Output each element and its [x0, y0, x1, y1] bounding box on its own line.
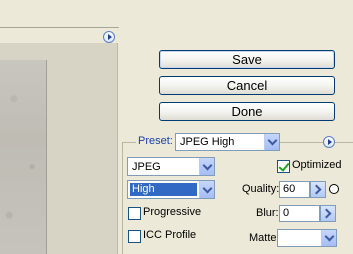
chevron-down-icon[interactable] [199, 181, 214, 198]
quality-level-value: High [130, 183, 197, 196]
blur-input[interactable]: 0 [279, 205, 320, 222]
icc-profile-label: ICC Profile [143, 229, 197, 241]
chevron-down-icon[interactable] [321, 230, 336, 246]
blur-slider-button[interactable] [320, 205, 336, 222]
matte-dropdown[interactable] [277, 229, 337, 247]
blur-label: Blur: [256, 207, 279, 219]
preview-menu-icon[interactable] [103, 31, 115, 43]
matte-label: Matte: [249, 232, 280, 244]
format-dropdown[interactable]: JPEG [127, 157, 215, 176]
preset-value: JPEG High [180, 136, 235, 148]
preset-label: Preset: [136, 135, 175, 147]
format-value: JPEG [132, 160, 161, 173]
cancel-button[interactable]: Cancel [159, 76, 335, 95]
quality-slider-button[interactable] [310, 181, 326, 198]
mask-circle-icon[interactable] [329, 184, 339, 194]
optimized-label: Optimized [292, 159, 342, 171]
progressive-label: Progressive [143, 206, 202, 218]
preview-image [0, 60, 47, 254]
settings-menu-icon[interactable] [323, 136, 335, 148]
done-button[interactable]: Done [159, 102, 335, 121]
preset-dropdown[interactable]: JPEG High [175, 133, 280, 151]
progressive-checkbox[interactable] [128, 207, 141, 220]
save-button[interactable]: Save [159, 50, 335, 69]
preview-divider [0, 27, 119, 28]
optimized-checkbox[interactable] [277, 160, 290, 173]
chevron-down-icon[interactable] [264, 134, 279, 150]
quality-level-dropdown[interactable]: High [127, 180, 215, 199]
icc-profile-checkbox[interactable] [128, 230, 141, 243]
quality-label: Quality: [242, 183, 280, 195]
chevron-down-icon[interactable] [199, 158, 214, 175]
quality-input[interactable]: 60 [279, 181, 310, 198]
